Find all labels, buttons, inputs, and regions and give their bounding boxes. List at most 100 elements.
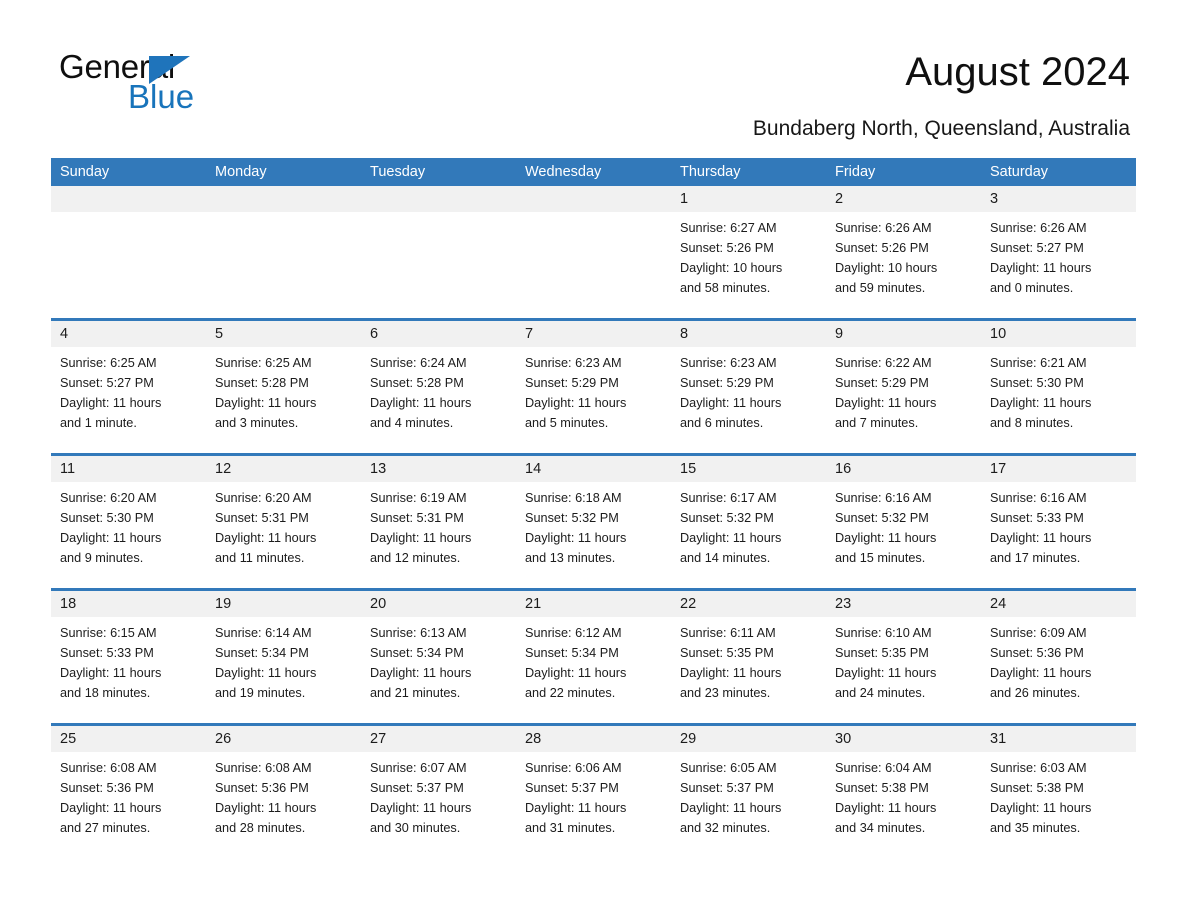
sunrise-text: Sunrise: 6:19 AM [370, 491, 467, 505]
daylight-text-line1: Daylight: 11 hours [215, 801, 317, 815]
calendar-day-cell[interactable]: 7 Sunrise: 6:23 AM Sunset: 5:29 PM Daylight… [516, 321, 671, 453]
daylight-text-line2: and 18 minutes. [60, 686, 151, 700]
sunset-text: Sunset: 5:26 PM [680, 241, 774, 255]
daylight-text-line2: and 9 minutes. [60, 551, 144, 565]
sunrise-text: Sunrise: 6:20 AM [60, 491, 157, 505]
daylight-text-line1: Daylight: 11 hours [990, 396, 1092, 410]
sunrise-text: Sunrise: 6:25 AM [60, 356, 157, 370]
sunset-text: Sunset: 5:27 PM [60, 376, 154, 390]
calendar-day-cell[interactable]: 17 Sunrise: 6:16 AM Sunset: 5:33 PM Dayligh… [981, 456, 1136, 588]
daylight-text-line1: Daylight: 11 hours [215, 666, 317, 680]
calendar-day-cell[interactable]: 19 Sunrise: 6:14 AM Sunset: 5:34 PM Dayligh… [206, 591, 361, 723]
daylight-text-line1: Daylight: 11 hours [370, 666, 472, 680]
daylight-text-line2: and 14 minutes. [680, 551, 771, 565]
daylight-text-line1: Daylight: 11 hours [835, 396, 937, 410]
sunset-text: Sunset: 5:36 PM [990, 646, 1084, 660]
daylight-text-line1: Daylight: 11 hours [680, 666, 782, 680]
daylight-text-line2: and 22 minutes. [525, 686, 616, 700]
calendar-page: General Blue August 2024 Bundaberg North… [0, 0, 1188, 918]
calendar-day-cell[interactable]: 18 Sunrise: 6:15 AM Sunset: 5:33 PM Dayligh… [51, 591, 206, 723]
calendar-day-cell-empty [361, 186, 516, 318]
calendar-day-cell[interactable]: 21 Sunrise: 6:12 AM Sunset: 5:34 PM Dayligh… [516, 591, 671, 723]
calendar-day-cell[interactable]: 8 Sunrise: 6:23 AM Sunset: 5:29 PM Daylight… [671, 321, 826, 453]
calendar-day-cell[interactable]: 12 Sunrise: 6:20 AM Sunset: 5:31 PM Dayligh… [206, 456, 361, 588]
calendar-day-cell[interactable]: 3 Sunrise: 6:26 AM Sunset: 5:27 PM Daylight… [981, 186, 1136, 318]
weekday-header-friday: Friday [835, 164, 876, 180]
sunset-text: Sunset: 5:38 PM [835, 781, 929, 795]
daylight-text-line2: and 32 minutes. [680, 821, 771, 835]
daylight-text-line1: Daylight: 11 hours [990, 531, 1092, 545]
day-details: Sunrise: 6:24 AM Sunset: 5:28 PM Daylight:… [361, 347, 516, 433]
calendar-day-cell[interactable]: 13 Sunrise: 6:19 AM Sunset: 5:31 PM Dayligh… [361, 456, 516, 588]
daylight-text-line1: Daylight: 11 hours [370, 801, 472, 815]
daylight-text-line1: Daylight: 11 hours [680, 396, 782, 410]
day-number: 18 [60, 596, 77, 612]
day-details: Sunrise: 6:05 AM Sunset: 5:37 PM Daylight:… [671, 752, 826, 838]
sunrise-text: Sunrise: 6:24 AM [370, 356, 467, 370]
sunrise-text: Sunrise: 6:06 AM [525, 761, 622, 775]
day-number: 25 [60, 731, 77, 747]
calendar-day-cell[interactable]: 10 Sunrise: 6:21 AM Sunset: 5:30 PM Dayligh… [981, 321, 1136, 453]
calendar-day-cell[interactable]: 14 Sunrise: 6:18 AM Sunset: 5:32 PM Dayligh… [516, 456, 671, 588]
sunset-text: Sunset: 5:30 PM [60, 511, 154, 525]
calendar-day-cell[interactable]: 5 Sunrise: 6:25 AM Sunset: 5:28 PM Daylight… [206, 321, 361, 453]
calendar-day-cell[interactable]: 24 Sunrise: 6:09 AM Sunset: 5:36 PM Dayligh… [981, 591, 1136, 723]
day-number-strip: 16 [826, 456, 981, 482]
calendar-day-cell[interactable]: 16 Sunrise: 6:16 AM Sunset: 5:32 PM Dayligh… [826, 456, 981, 588]
calendar-day-cell[interactable]: 28 Sunrise: 6:06 AM Sunset: 5:37 PM Dayligh… [516, 726, 671, 858]
day-number-strip: 31 [981, 726, 1136, 752]
day-number: 22 [680, 596, 697, 612]
page-subtitle-location: Bundaberg North, Queensland, Australia [752, 117, 1130, 140]
sunset-text: Sunset: 5:28 PM [370, 376, 464, 390]
sunset-text: Sunset: 5:37 PM [680, 781, 774, 795]
daylight-text-line2: and 15 minutes. [835, 551, 926, 565]
daylight-text-line2: and 59 minutes. [835, 281, 926, 295]
day-number-strip: 14 [516, 456, 671, 482]
day-number-strip: 17 [981, 456, 1136, 482]
day-number: 1 [680, 191, 689, 207]
calendar-day-cell[interactable]: 1 Sunrise: 6:27 AM Sunset: 5:26 PM Daylight… [671, 186, 826, 318]
daylight-text-line2: and 13 minutes. [525, 551, 616, 565]
calendar-day-cell[interactable]: 15 Sunrise: 6:17 AM Sunset: 5:32 PM Dayligh… [671, 456, 826, 588]
calendar-day-cell[interactable]: 11 Sunrise: 6:20 AM Sunset: 5:30 PM Dayligh… [51, 456, 206, 588]
daylight-text-line2: and 35 minutes. [990, 821, 1081, 835]
day-number: 10 [990, 326, 1007, 342]
day-details: Sunrise: 6:21 AM Sunset: 5:30 PM Daylight:… [981, 347, 1136, 433]
sunset-text: Sunset: 5:37 PM [370, 781, 464, 795]
day-details: Sunrise: 6:12 AM Sunset: 5:34 PM Daylight:… [516, 617, 671, 703]
sunset-text: Sunset: 5:27 PM [990, 241, 1084, 255]
sunset-text: Sunset: 5:34 PM [370, 646, 464, 660]
calendar-day-cell[interactable]: 4 Sunrise: 6:25 AM Sunset: 5:27 PM Daylight… [51, 321, 206, 453]
calendar-day-cell[interactable]: 30 Sunrise: 6:04 AM Sunset: 5:38 PM Dayligh… [826, 726, 981, 858]
day-number: 3 [990, 191, 999, 207]
calendar-day-cell-empty [516, 186, 671, 318]
calendar-day-cell[interactable]: 25 Sunrise: 6:08 AM Sunset: 5:36 PM Dayligh… [51, 726, 206, 858]
calendar-day-cell[interactable]: 27 Sunrise: 6:07 AM Sunset: 5:37 PM Dayligh… [361, 726, 516, 858]
day-number: 19 [215, 596, 232, 612]
calendar-day-cell[interactable]: 2 Sunrise: 6:26 AM Sunset: 5:26 PM Daylight… [826, 186, 981, 318]
calendar-day-cell[interactable]: 20 Sunrise: 6:13 AM Sunset: 5:34 PM Dayligh… [361, 591, 516, 723]
calendar-day-cell[interactable]: 26 Sunrise: 6:08 AM Sunset: 5:36 PM Dayligh… [206, 726, 361, 858]
calendar-day-cell[interactable]: 23 Sunrise: 6:10 AM Sunset: 5:35 PM Dayligh… [826, 591, 981, 723]
calendar-day-cell[interactable]: 6 Sunrise: 6:24 AM Sunset: 5:28 PM Daylight… [361, 321, 516, 453]
daylight-text-line1: Daylight: 11 hours [215, 531, 317, 545]
sunrise-text: Sunrise: 6:14 AM [215, 626, 312, 640]
day-details: Sunrise: 6:26 AM Sunset: 5:27 PM Daylight:… [981, 212, 1136, 298]
sunset-text: Sunset: 5:36 PM [60, 781, 154, 795]
day-number-strip: 24 [981, 591, 1136, 617]
daylight-text-line2: and 27 minutes. [60, 821, 151, 835]
daylight-text-line1: Daylight: 11 hours [525, 666, 627, 680]
calendar-day-cell[interactable]: 31 Sunrise: 6:03 AM Sunset: 5:38 PM Dayligh… [981, 726, 1136, 858]
sunset-text: Sunset: 5:36 PM [215, 781, 309, 795]
sunrise-text: Sunrise: 6:11 AM [680, 626, 776, 640]
calendar-table: Sunday Monday Tuesday Wednesday Thursday Frid… [51, 158, 1136, 858]
calendar-day-cell[interactable]: 29 Sunrise: 6:05 AM Sunset: 5:37 PM Dayligh… [671, 726, 826, 858]
calendar-day-cell[interactable]: 22 Sunrise: 6:11 AM Sunset: 5:35 PM Dayligh… [671, 591, 826, 723]
day-details: Sunrise: 6:08 AM Sunset: 5:36 PM Daylight:… [51, 752, 206, 838]
calendar-day-cell[interactable]: 9 Sunrise: 6:22 AM Sunset: 5:29 PM Daylight… [826, 321, 981, 453]
sunrise-text: Sunrise: 6:05 AM [680, 761, 777, 775]
sunset-text: Sunset: 5:32 PM [835, 511, 929, 525]
weekday-header-wednesday: Wednesday [525, 164, 602, 180]
day-details: Sunrise: 6:10 AM Sunset: 5:35 PM Daylight:… [826, 617, 981, 703]
general-blue-logo[interactable]: General Blue [59, 50, 379, 122]
